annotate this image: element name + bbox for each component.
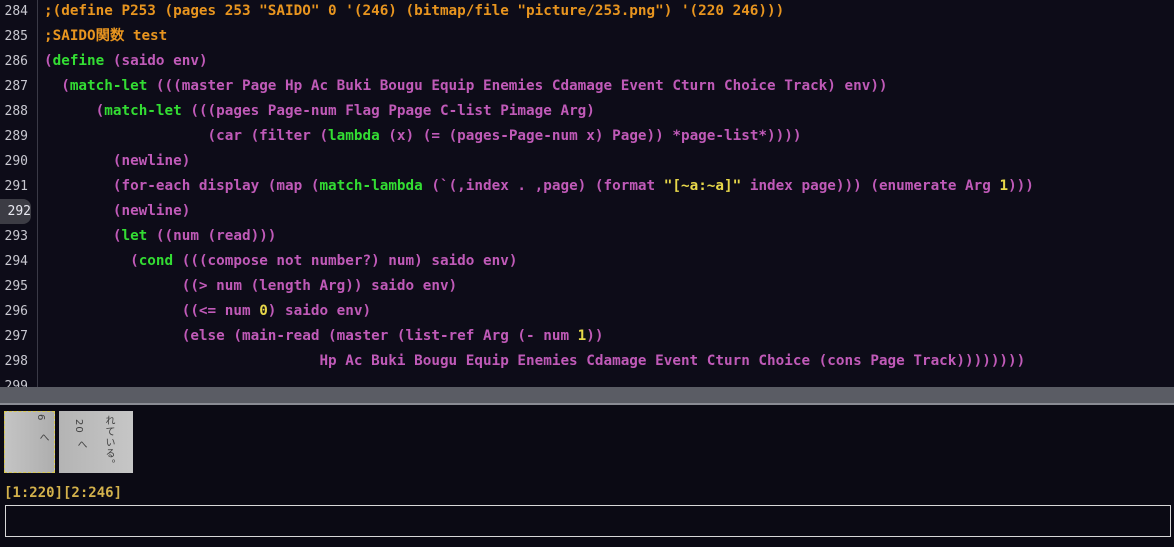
code-token: index page))) (enumerate Arg [741,178,1000,194]
line-number: 292 [0,199,31,224]
line-number: 297 [4,329,28,344]
page-thumbnail-1[interactable]: 6 へ [4,411,55,473]
code-token: (for-each display (map ( [44,178,320,194]
code-token: ))) [1008,178,1034,194]
code-token: match-let [104,103,182,119]
code-line[interactable]: (match-let (((master Page Hp Ac Buki Bou… [44,74,888,99]
line-number: 286 [4,54,28,69]
line-number: 295 [4,279,28,294]
line-number: 290 [4,154,28,169]
code-token: (x) (= (pages-Page-num x) Page)) *page-l… [379,128,802,144]
line-number: 288 [4,104,28,119]
code-line[interactable]: (else (main-read (master (list-ref Arg (… [44,324,604,349]
thumbnail-text: れている。 [103,415,114,470]
code-line[interactable]: (define (saido env) [44,49,208,74]
code-token: (newline) [44,203,191,219]
code-token: ( [44,53,53,69]
line-number: 291 [4,179,28,194]
line-number: 299 [4,379,28,387]
code-line[interactable]: (cond (((compose not number?) num) saido… [44,249,517,274]
code-token: 1 [577,328,587,344]
code-token: (saido env) [104,53,208,69]
code-token: let [121,228,148,244]
line-number: 285 [4,29,28,44]
pane-divider[interactable] [0,387,1174,405]
code-line[interactable]: (newline) [44,149,190,174]
code-token: ( [44,103,105,119]
code-area[interactable]: ;(define P253 (pages 253 "SAIDO" 0 '(246… [44,0,1174,387]
code-token: ) saido env) [267,303,372,319]
code-token: ( [44,228,122,244]
thumbnail-text: へ [37,432,48,443]
code-token: )) [586,328,604,344]
code-line[interactable]: (car (filter (lambda (x) (= (pages-Page-… [44,124,802,149]
code-line[interactable]: ;(define P253 (pages 253 "SAIDO" 0 '(246… [44,0,784,24]
code-token: lambda [328,128,380,144]
code-token: "[~a:~a]" [663,178,742,194]
thumbnail-text: 20 [73,419,84,434]
code-token: 0 [259,303,268,319]
output-pane: 6 へ 20 へ れている。 [1:220][2:246] [0,405,1174,547]
line-number: 287 [4,79,28,94]
code-line[interactable]: (match-let (((pages Page-num Flag Ppage … [44,99,595,124]
code-token: ((num (read))) [147,228,277,244]
code-line[interactable]: ;SAIDO関数 test [44,24,167,49]
code-token: ( [44,78,70,94]
line-number: 296 [4,304,28,319]
line-number: 284 [4,4,28,19]
code-token: ((<= num [44,303,260,319]
line-number-gutter: 284 285 286 287 288 289 290 291 292 293 294 295 296 2… [0,0,38,387]
code-editor[interactable]: 284 285 286 287 288 289 290 291 292 293 294 295 296 2… [0,0,1174,387]
line-number: 298 [4,354,28,369]
thumbnail-text: 6 [35,414,46,422]
code-token: ((> num (length Arg)) saido env) [44,278,458,294]
code-line[interactable]: ((> num (length Arg)) saido env) [44,274,457,299]
code-token: (car (filter ( [44,128,329,144]
code-token: (((master Page Hp Ac Buki Bougu Equip En… [147,78,888,94]
code-line[interactable]: (for-each display (map (match-lambda (`(… [44,174,1034,199]
thumbnail-strip: 6 へ 20 へ れている。 [4,411,134,473]
code-token: 1 [999,178,1009,194]
code-token: (((compose not number?) num) saido env) [173,253,518,269]
code-token: define [52,53,105,69]
code-token: ;SAIDO関数 test [44,28,168,44]
code-token: ( [44,253,139,269]
code-token: (newline) [44,153,191,169]
code-line[interactable]: ((<= num 0) saido env) [44,299,371,324]
code-line[interactable]: (newline) [44,199,190,224]
code-line[interactable]: Hp Ac Buki Bougu Equip Enemies Cdamage E… [44,349,1025,374]
code-line[interactable]: (let ((num (read))) [44,224,277,249]
line-number: 289 [4,129,28,144]
code-token: ;(define P253 (pages 253 "SAIDO" 0 '(246… [44,3,785,19]
code-token: Hp Ac Buki Bougu Equip Enemies Cdamage E… [44,353,1026,369]
code-token: cond [138,253,174,269]
minibuffer-input[interactable] [5,505,1171,537]
line-number: 294 [4,254,28,269]
code-token: match-let [69,78,148,94]
status-line: [1:220][2:246] [4,485,123,501]
code-token: match-lambda [319,178,423,194]
code-token: (`(,index . ,page) (format [422,178,664,194]
line-number: 293 [4,229,28,244]
page-thumbnail-2[interactable]: 20 へ れている。 [59,411,133,473]
code-token: (else (main-read (master (list-ref Arg (… [44,328,578,344]
code-token: (((pages Page-num Flag Ppage C-list Pima… [181,103,595,119]
thumbnail-text: へ [75,439,86,450]
